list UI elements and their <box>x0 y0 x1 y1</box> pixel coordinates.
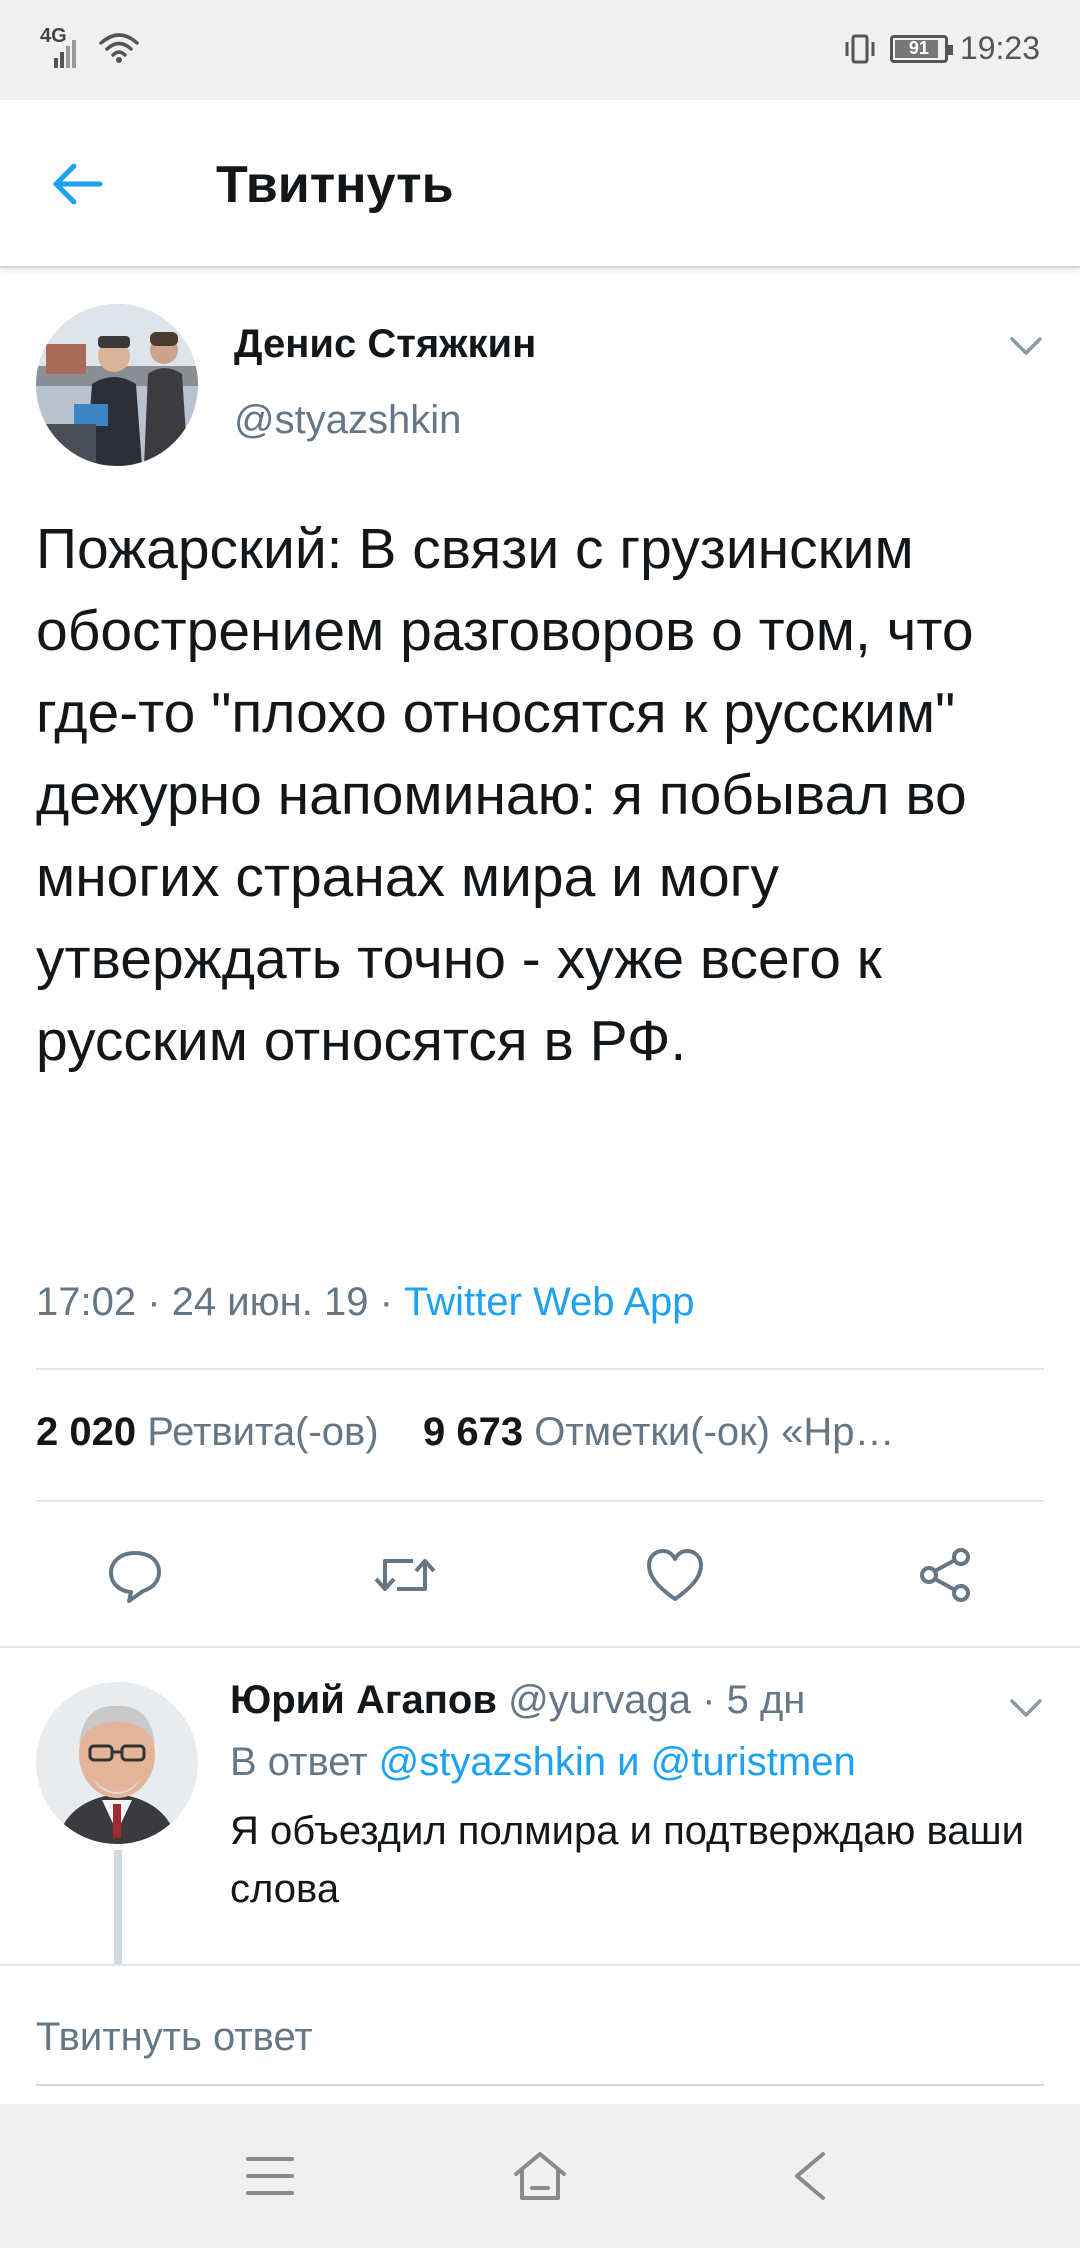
battery-percent: 91 <box>908 38 929 58</box>
section-separator <box>0 1964 1080 1966</box>
home-icon <box>514 2152 566 2200</box>
tweet-stats: 2 020 Ретвита(-ов) 9 673 Отметки(-ок) «Н… <box>36 1410 1046 1455</box>
top-app-bar: Твитнуть <box>0 100 1080 268</box>
status-left: 4G <box>40 26 140 70</box>
recent-apps-button[interactable] <box>234 2140 306 2212</box>
reply-options-button[interactable] <box>1006 1692 1046 1722</box>
page-title: Твитнуть <box>216 156 454 214</box>
divider <box>36 1500 1044 1502</box>
section-separator <box>0 1646 1080 1648</box>
status-right: 91 19:23 <box>842 30 1040 67</box>
like-icon <box>647 1549 703 1601</box>
back-button[interactable] <box>50 152 120 216</box>
tweet-date: 24 июн. 19 <box>171 1280 369 1324</box>
system-nav-bar <box>0 2104 1080 2248</box>
likes-count: 9 673 <box>423 1410 524 1454</box>
thread-line <box>114 1850 122 1964</box>
tweet-meta: 17:02 · 24 июн. 19 · Twitter Web App <box>36 1280 695 1325</box>
author-avatar[interactable] <box>36 304 198 466</box>
retweets-count: 2 020 <box>36 1410 137 1454</box>
arrow-left-icon <box>53 163 103 205</box>
back-triangle-icon <box>795 2152 825 2200</box>
tweet-options-button[interactable] <box>1006 330 1046 360</box>
home-button[interactable] <box>504 2140 576 2212</box>
chevron-down-icon <box>1010 1699 1042 1717</box>
divider <box>36 1368 1044 1370</box>
status-time: 19:23 <box>959 30 1040 66</box>
chevron-down-icon <box>1010 337 1042 355</box>
reply-button[interactable] <box>100 1540 170 1610</box>
reply-text: Я объездил полмира и подтверждаю ваши сл… <box>230 1809 1024 1911</box>
retweet-button[interactable] <box>370 1540 440 1610</box>
likes-label: Отметки(-ок) «Нр… <box>534 1410 895 1454</box>
meta-separator: · <box>702 1678 716 1722</box>
tweet-text: Пожарский: В связи с грузинским обострен… <box>36 517 974 1073</box>
menu-icon <box>246 2157 294 2195</box>
share-icon <box>920 1548 970 1602</box>
battery-icon: 91 <box>889 34 953 63</box>
reply-age: 5 дн <box>726 1678 806 1722</box>
author-handle[interactable]: @styazshkin <box>234 398 461 443</box>
reply-to-and: и <box>617 1740 640 1784</box>
author-name[interactable]: Денис Стяжкин <box>234 322 536 367</box>
meta-separator: · <box>379 1280 393 1324</box>
reply-header: Юрий Агапов @yurvaga · 5 дн <box>230 1678 805 1723</box>
retweets-label: Ретвита(-ов) <box>147 1410 379 1454</box>
like-button[interactable] <box>640 1540 710 1610</box>
retweet-icon <box>374 1559 436 1591</box>
reply-icon <box>109 1551 161 1603</box>
vibrate-icon <box>845 34 875 63</box>
reply-to-user-1[interactable]: @styazshkin <box>379 1740 606 1784</box>
reply-author-avatar[interactable] <box>36 1682 198 1844</box>
reply-to-user-2[interactable]: @turistmen <box>651 1740 856 1784</box>
status-bar: 4G 91 19:23 <box>0 0 1080 100</box>
wifi-icon <box>99 33 139 63</box>
reply-to-line: В ответ @styazshkin и @turistmen <box>230 1740 856 1785</box>
cellular-signal-icon: 4G <box>40 26 84 70</box>
reply-author-handle[interactable]: @yurvaga <box>508 1678 691 1722</box>
tweet-source-link[interactable]: Twitter Web App <box>404 1280 695 1324</box>
reply-to-prefix: В ответ <box>230 1740 368 1784</box>
share-button[interactable] <box>910 1540 980 1610</box>
tweet-actions <box>0 1540 1080 1610</box>
retweets-stat[interactable]: 2 020 Ретвита(-ов) <box>36 1410 379 1454</box>
reply-compose-field[interactable]: Твитнуть ответ <box>36 1990 1044 2086</box>
tweet-time: 17:02 <box>36 1280 137 1324</box>
reply-author-name[interactable]: Юрий Агапов <box>230 1678 497 1722</box>
system-back-button[interactable] <box>774 2140 846 2212</box>
meta-separator: · <box>147 1280 161 1324</box>
likes-stat[interactable]: 9 673 Отметки(-ок) «Нр… <box>423 1410 894 1454</box>
